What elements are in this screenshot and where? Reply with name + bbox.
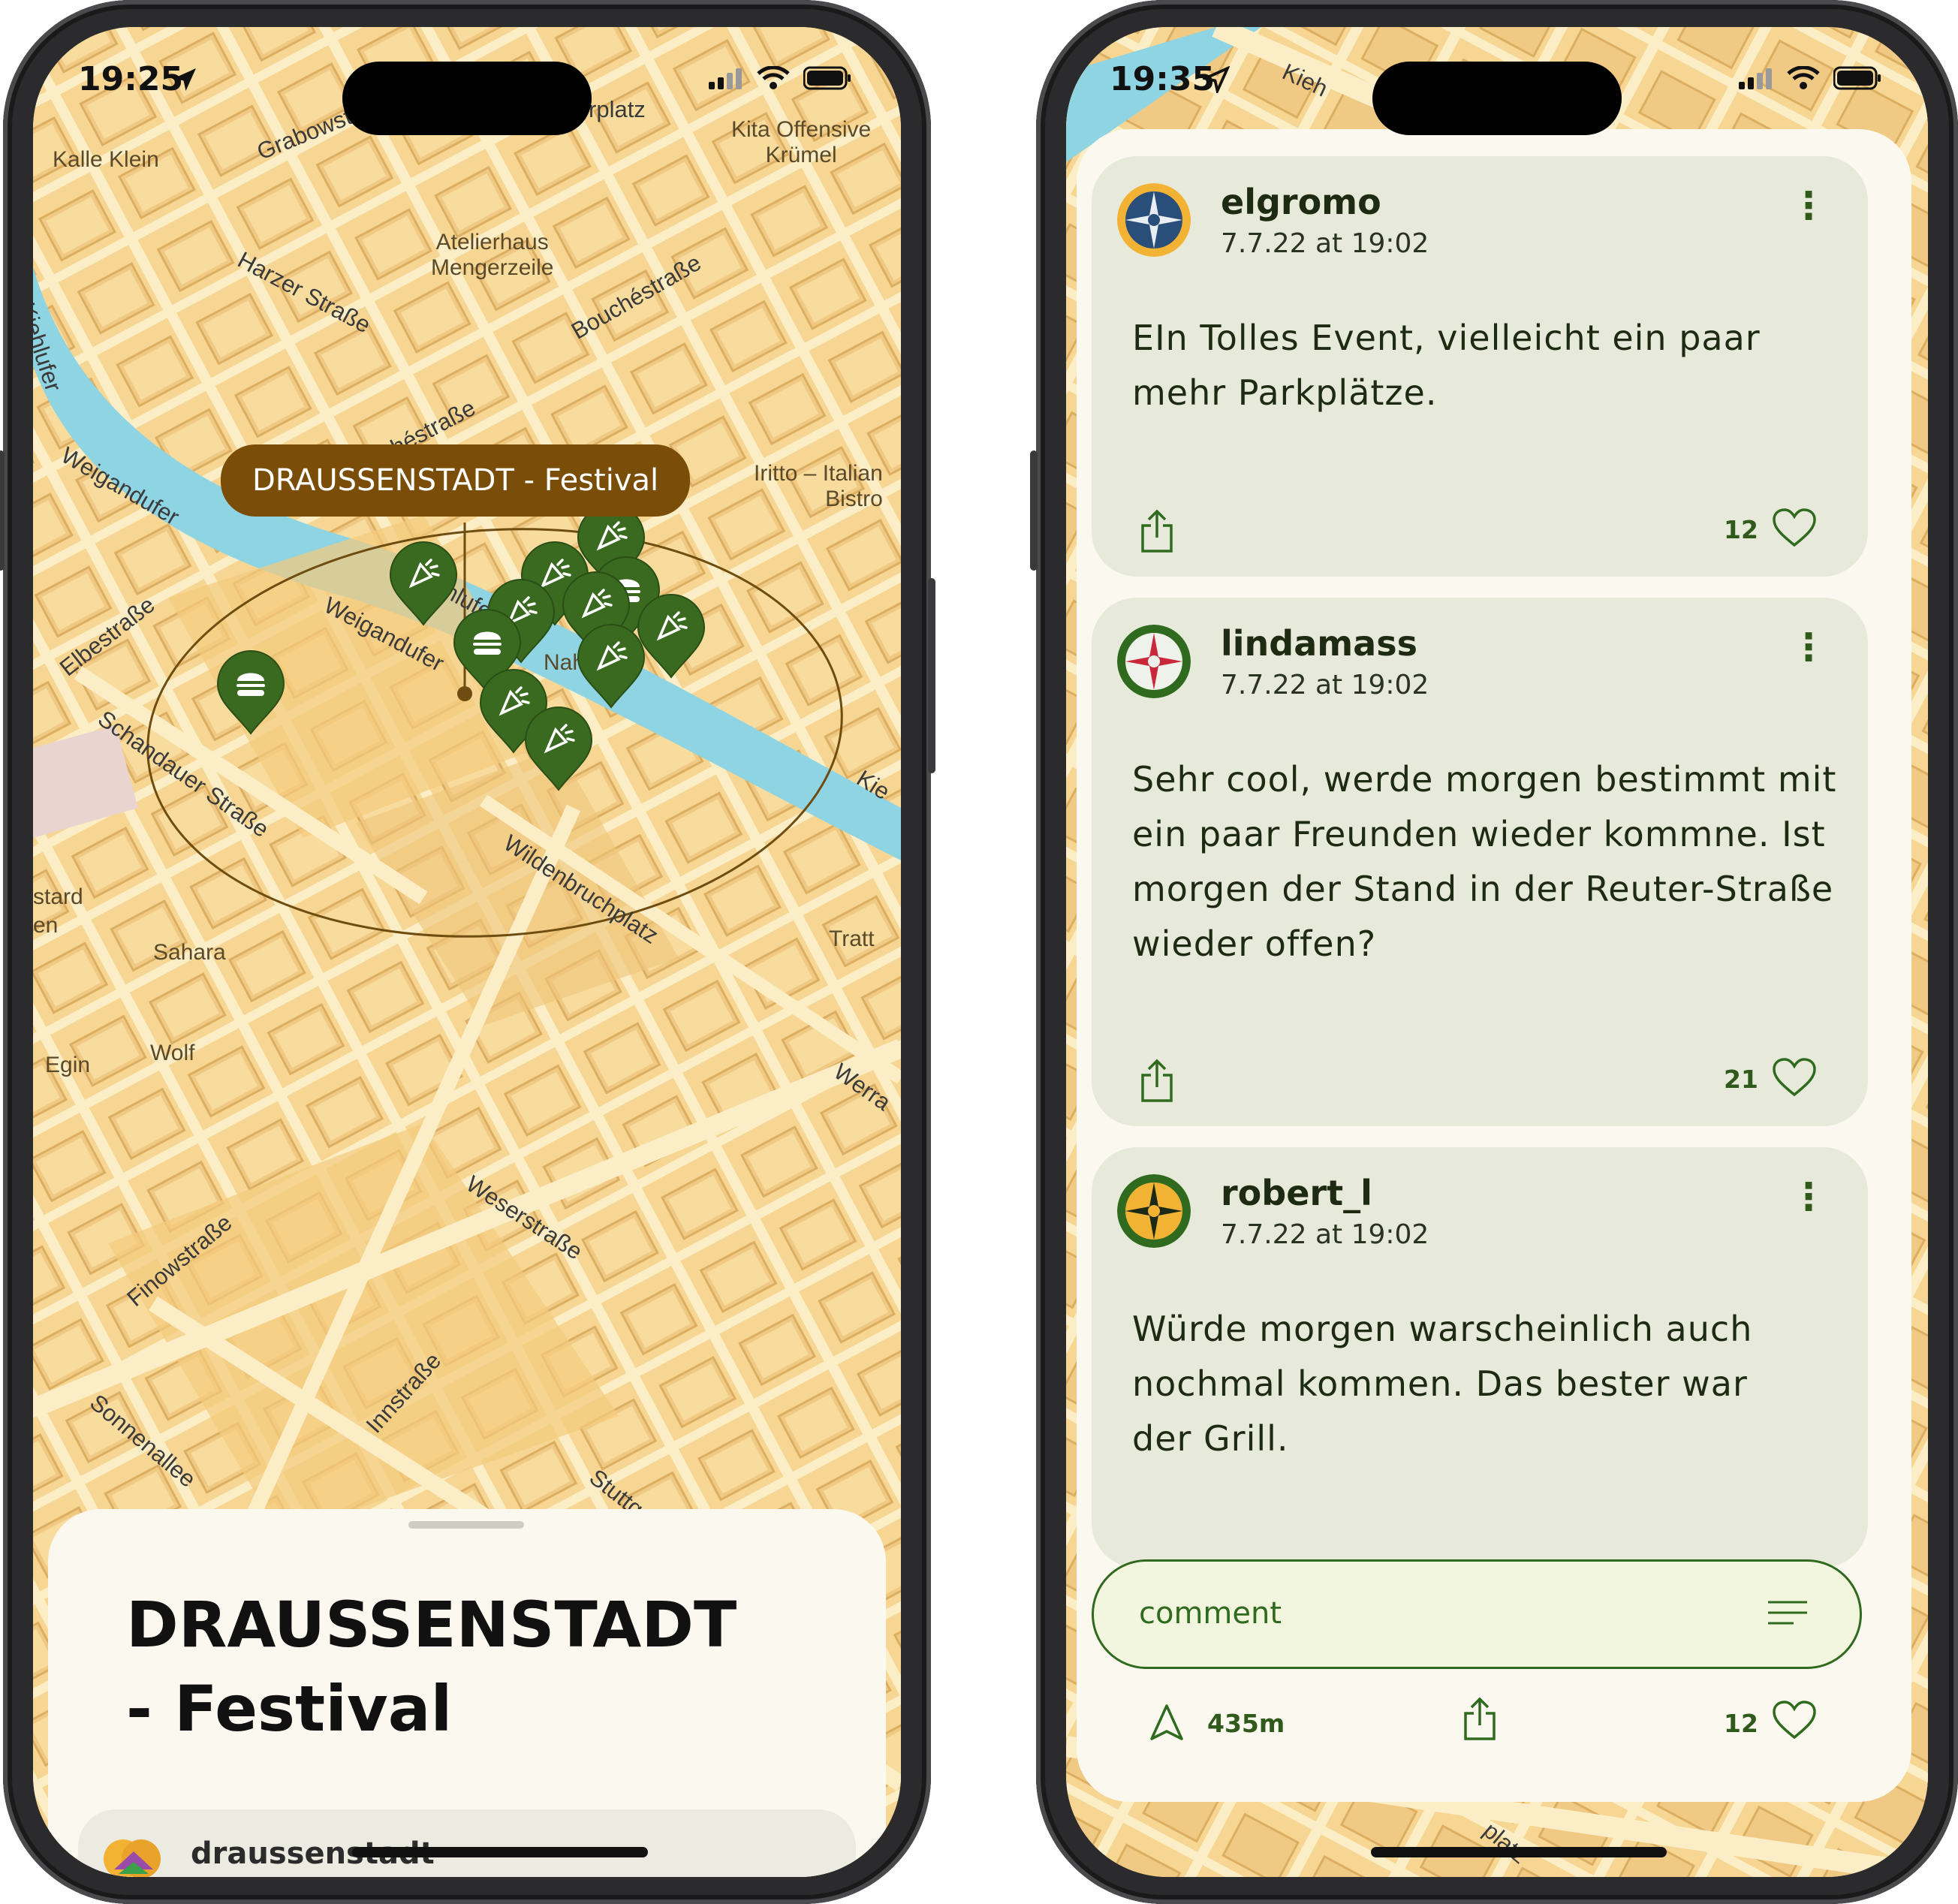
poi-label[interactable]: Tratt [829, 926, 875, 952]
left-screen: Kalle Klein Atelierhaus Mengerzeile Kita… [33, 27, 901, 1877]
comment-date: 7.7.22 at 19:02 [1221, 670, 1429, 700]
side-button [1030, 450, 1038, 571]
comment-placeholder: comment [1139, 1596, 1282, 1631]
status-time: 19:25 [78, 60, 184, 98]
status-icons [709, 66, 851, 90]
home-indicator [352, 1847, 648, 1857]
like-count: 12 [1724, 515, 1758, 544]
poi-label[interactable]: Wolf [150, 1041, 194, 1066]
location-arrow-icon [173, 68, 196, 91]
more-icon[interactable]: ⋮ [1790, 1178, 1827, 1216]
share-icon[interactable] [1138, 509, 1176, 554]
avatar[interactable] [1117, 1174, 1191, 1248]
avatar[interactable] [1117, 625, 1191, 698]
poi-label[interactable]: stard en [33, 883, 83, 940]
battery-icon [803, 66, 851, 90]
status-time: 19:35 [1110, 60, 1215, 98]
sheet-grabber[interactable] [408, 1521, 524, 1529]
comment-date: 7.7.22 at 19:02 [1221, 228, 1429, 259]
street-label: rplatz [589, 96, 646, 122]
organizer-row[interactable]: draussenstadt [78, 1809, 856, 1877]
share-icon[interactable] [1138, 1059, 1176, 1104]
event-callout[interactable]: DRAUSSENSTADT - Festival [221, 444, 691, 517]
battery-icon [1833, 66, 1881, 90]
dynamic-island [342, 62, 592, 135]
location-arrow-icon [1203, 66, 1230, 93]
heart-icon[interactable] [1772, 1057, 1817, 1098]
navigation-icon[interactable] [1147, 1703, 1186, 1742]
comment-input[interactable]: comment [1092, 1559, 1862, 1669]
comment-username[interactable]: robert_l [1221, 1173, 1372, 1213]
right-screen: Kieh platz 19:35 elgromo 7.7.22 at 19:02… [1066, 27, 1928, 1877]
left-phone-frame: Kalle Klein Atelierhaus Mengerzeile Kita… [0, 0, 935, 1904]
like-count: 12 [1724, 1709, 1758, 1738]
festival-pin-icon[interactable] [521, 703, 596, 793]
share-icon[interactable] [1461, 1697, 1499, 1742]
festival-pin-icon[interactable] [574, 620, 649, 710]
event-callout-label: DRAUSSENSTADT - Festival [252, 463, 659, 498]
more-icon[interactable]: ⋮ [1790, 187, 1827, 224]
comment-date: 7.7.22 at 19:02 [1221, 1219, 1429, 1250]
distance-label: 435m [1207, 1709, 1285, 1738]
side-button [0, 450, 5, 571]
status-icons [1739, 66, 1881, 90]
avatar[interactable] [1117, 183, 1191, 257]
comment-text: Sehr cool, werde morgen bestimmt mit ein… [1132, 759, 1837, 964]
poi-label[interactable]: Kalle Klein [53, 147, 159, 173]
comment-text: Würde morgen warscheinlich auch nochmal … [1132, 1309, 1753, 1459]
more-icon[interactable]: ⋮ [1790, 628, 1827, 666]
signal-icon [709, 68, 742, 89]
comment-text: EIn Tolles Event, vielleicht ein paar me… [1132, 318, 1761, 413]
dynamic-island [1372, 62, 1622, 135]
poi-label[interactable]: Sahara [153, 940, 226, 966]
home-indicator [1371, 1847, 1667, 1857]
organizer-avatar [104, 1839, 161, 1877]
like-count: 21 [1724, 1065, 1758, 1094]
poi-label[interactable]: Atelierhaus Mengerzeile [431, 230, 553, 281]
event-bottom-sheet[interactable]: DRAUSSENSTADT - Festival draussenstadt [48, 1509, 886, 1877]
burger-pin-icon[interactable] [213, 646, 288, 737]
comment-card: robert_l 7.7.22 at 19:02 ⋮ Würde morgen … [1092, 1147, 1868, 1568]
event-title: DRAUSSENSTADT - Festival [126, 1588, 737, 1746]
comment-username[interactable]: lindamass [1221, 623, 1417, 664]
wifi-icon [1787, 66, 1820, 89]
poi-label[interactable]: Egin [45, 1053, 90, 1078]
side-button [928, 578, 935, 773]
heart-icon[interactable] [1772, 1700, 1817, 1740]
poi-label[interactable]: Kita Offensive Krümel [731, 117, 871, 168]
comment-card: elgromo 7.7.22 at 19:02 ⋮ EIn Tolles Eve… [1092, 156, 1868, 577]
wifi-icon [757, 66, 790, 89]
comment-card: lindamass 7.7.22 at 19:02 ⋮ Sehr cool, w… [1092, 598, 1868, 1126]
poi-label[interactable]: Iritto – Italian Bistro [754, 461, 883, 512]
comments-panel: elgromo 7.7.22 at 19:02 ⋮ EIn Tolles Eve… [1077, 129, 1911, 1802]
menu-lines-icon[interactable] [1767, 1599, 1809, 1629]
right-phone-frame: Kieh platz 19:35 elgromo 7.7.22 at 19:02… [1030, 0, 1958, 1904]
heart-icon[interactable] [1772, 508, 1817, 548]
signal-icon [1739, 68, 1772, 89]
comment-username[interactable]: elgromo [1221, 182, 1381, 222]
